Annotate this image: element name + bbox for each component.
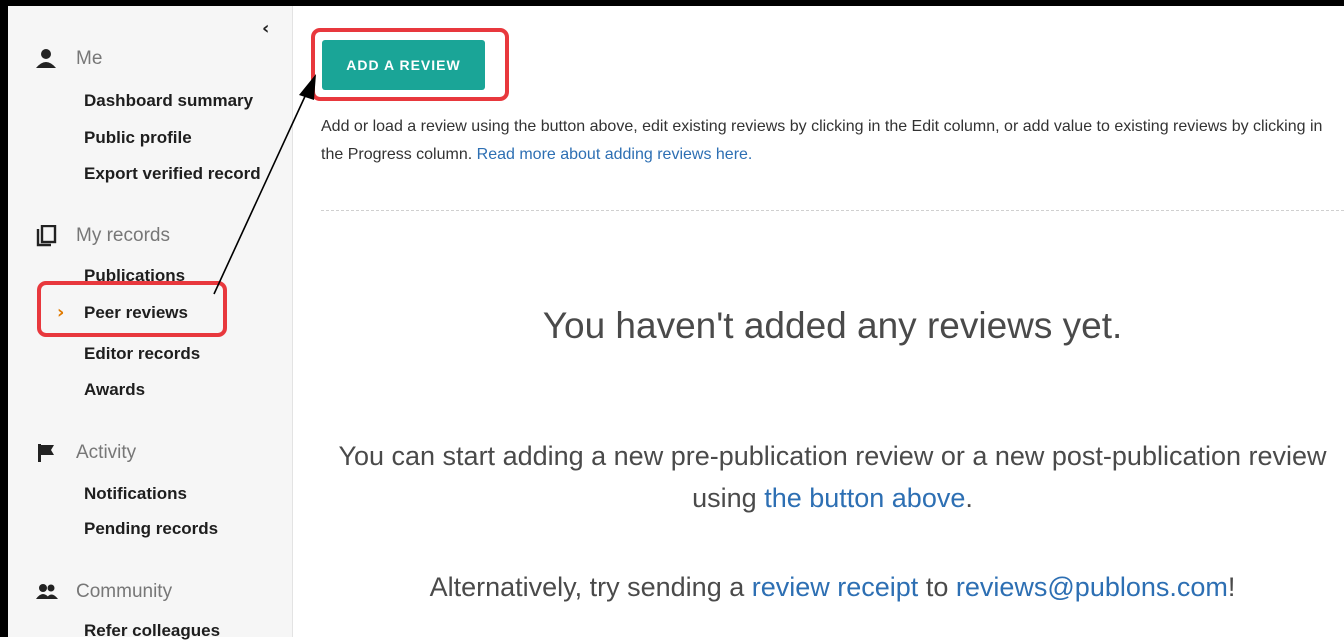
sidebar-item-export[interactable]: Export verified record xyxy=(84,164,261,184)
empty-state-message: You can start adding a new pre-publicati… xyxy=(321,435,1344,519)
sidebar-item-dashboard[interactable]: Dashboard summary xyxy=(84,91,253,111)
alternative-message: Alternatively, try sending a review rece… xyxy=(321,566,1344,608)
button-above-link[interactable]: the button above xyxy=(764,483,965,513)
section-activity: Activity xyxy=(36,442,136,464)
sidebar-item-public-profile[interactable]: Public profile xyxy=(84,128,192,148)
intro-text: Add or load a review using the button ab… xyxy=(321,113,1331,169)
copy-icon xyxy=(36,224,58,247)
section-me: Me xyxy=(36,48,102,70)
sidebar-item-pending-records[interactable]: Pending records xyxy=(84,519,218,539)
divider xyxy=(321,210,1344,211)
sidebar-item-awards[interactable]: Awards xyxy=(84,380,145,400)
reviews-email-link[interactable]: reviews@publons.com xyxy=(956,572,1228,602)
person-icon xyxy=(36,48,58,70)
people-icon xyxy=(36,581,58,603)
section-community: Community xyxy=(36,581,172,603)
message-text-2: Alternatively, try sending a xyxy=(429,572,745,602)
add-review-highlight xyxy=(311,28,509,101)
read-more-link[interactable]: Read more about adding reviews here. xyxy=(477,146,753,163)
section-activity-title: Activity xyxy=(76,442,137,463)
section-my-records: My records xyxy=(36,224,170,247)
collapse-sidebar-icon[interactable]: ‹ xyxy=(262,18,269,39)
sidebar-item-editor-records[interactable]: Editor records xyxy=(84,344,200,364)
sidebar-item-notifications[interactable]: Notifications xyxy=(84,484,187,504)
message-text-1-end: . xyxy=(965,483,973,513)
section-community-title: Community xyxy=(76,581,173,602)
sidebar-item-refer-colleagues[interactable]: Refer colleagues xyxy=(84,621,220,641)
message-text-2-mid: to xyxy=(925,572,949,602)
section-me-title: Me xyxy=(76,48,103,69)
peer-reviews-highlight xyxy=(37,281,227,337)
review-receipt-link[interactable]: review receipt xyxy=(752,572,919,602)
section-my-records-title: My records xyxy=(76,225,170,246)
message-text-2-end: ! xyxy=(1227,572,1236,602)
intro-text-body: Add or load a review using the button ab… xyxy=(321,118,1323,163)
flag-icon xyxy=(36,442,58,464)
empty-state-title: You haven't added any reviews yet. xyxy=(542,305,1123,346)
